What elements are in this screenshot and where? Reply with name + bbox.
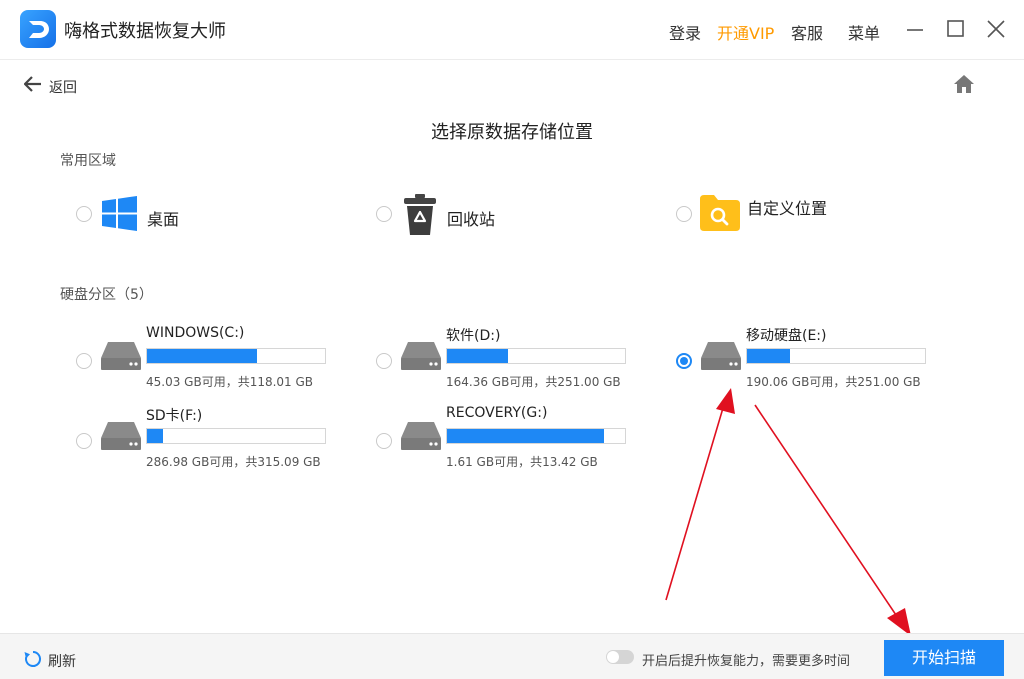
enhanced-recovery-toggle[interactable] xyxy=(606,650,634,664)
start-scan-button[interactable]: 开始扫描 xyxy=(884,640,1004,676)
refresh-icon xyxy=(24,651,41,667)
enhanced-recovery-label: 开启后提升恢复能力，需要更多时间 xyxy=(642,654,851,669)
annotation-arrow-line xyxy=(754,404,899,619)
annotation-arrow-head xyxy=(887,608,911,636)
annotation-arrow-head xyxy=(716,388,735,414)
annotation-arrows xyxy=(665,388,911,636)
refresh-label: 刷新 xyxy=(48,654,76,670)
bottom-bar: 刷新 开启后提升恢复能力，需要更多时间 开始扫描 xyxy=(0,633,1024,679)
annotation-arrow-line xyxy=(665,407,724,601)
